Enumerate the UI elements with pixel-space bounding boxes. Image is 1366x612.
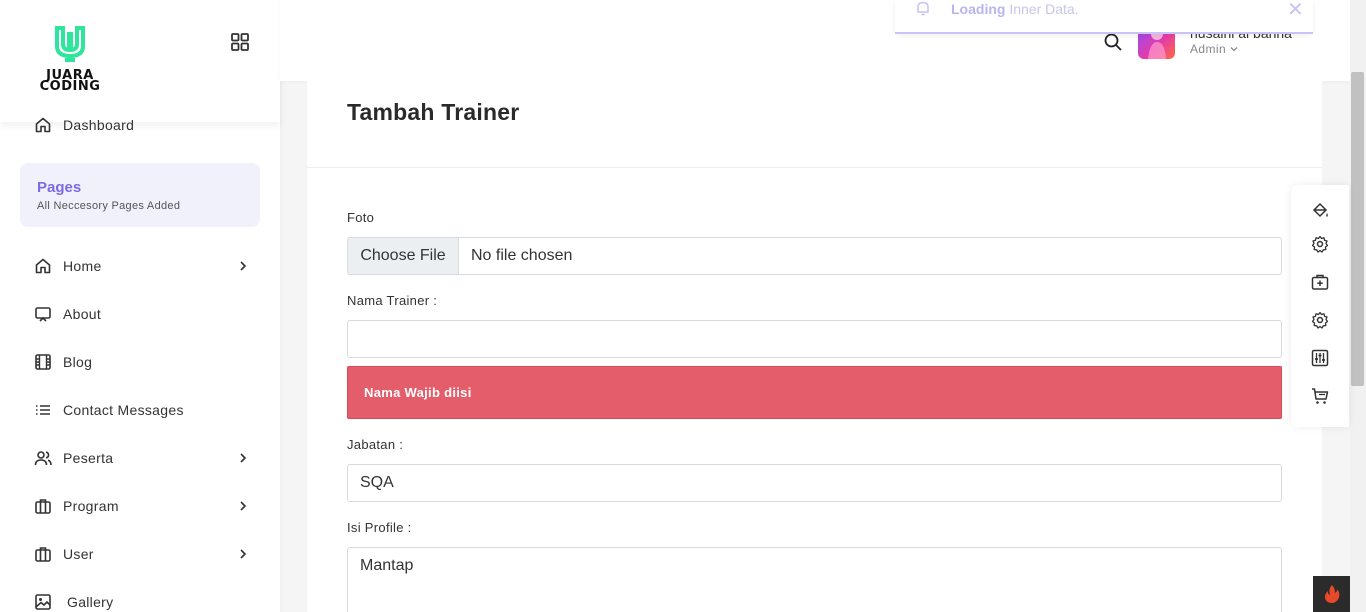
sidebar-item-label: Blog bbox=[63, 354, 93, 370]
chevron-down-icon bbox=[1230, 47, 1238, 52]
sidebar-item-label: About bbox=[63, 306, 102, 322]
toast-rest: Inner Data. bbox=[1005, 1, 1079, 17]
card-divider bbox=[307, 167, 1322, 168]
users-icon bbox=[34, 449, 52, 467]
foto-label: Foto bbox=[347, 210, 375, 225]
sidebar-item-dashboard[interactable]: Dashboard bbox=[34, 113, 250, 137]
loading-toast: Loading Inner Data. ✕ bbox=[895, 0, 1313, 34]
sidebar-item-label: Contact Messages bbox=[63, 402, 184, 418]
film-icon bbox=[34, 353, 52, 371]
sidebar-item-peserta[interactable]: Peserta bbox=[34, 446, 250, 470]
bell-icon bbox=[917, 1, 929, 16]
chevron-right-icon bbox=[240, 453, 247, 463]
image-icon bbox=[34, 593, 52, 611]
grid-icon bbox=[231, 33, 249, 51]
sidebar-item-user[interactable]: User bbox=[34, 542, 250, 566]
chevron-right-icon bbox=[240, 501, 247, 511]
chevron-right-icon bbox=[240, 261, 247, 271]
user-role-dropdown[interactable]: Admin bbox=[1190, 42, 1239, 56]
sidebar-item-label: Gallery bbox=[67, 594, 114, 610]
brand-logo[interactable]: JUARA CODING bbox=[32, 26, 108, 94]
grid-menu-button[interactable] bbox=[229, 31, 251, 53]
trophy-logo-icon bbox=[55, 26, 85, 62]
briefcase-icon bbox=[34, 497, 52, 515]
toast-strong: Loading bbox=[951, 1, 1006, 17]
chevron-right-icon bbox=[240, 549, 247, 559]
sidebar-item-label: Program bbox=[63, 498, 119, 514]
sidebar-item-blog[interactable]: Blog bbox=[34, 350, 250, 374]
search-button[interactable] bbox=[1103, 32, 1123, 52]
file-status: No file chosen bbox=[471, 247, 573, 264]
home-icon bbox=[34, 257, 52, 275]
sidebar-item-program[interactable]: Program bbox=[34, 494, 250, 518]
codeigniter-fab-button[interactable] bbox=[1313, 576, 1350, 612]
gear-icon[interactable] bbox=[1310, 310, 1330, 330]
monitor-icon bbox=[34, 305, 52, 323]
error-alert: Nama Wajib diisi bbox=[347, 366, 1282, 419]
paint-bucket-icon[interactable] bbox=[1310, 201, 1330, 221]
user-role-label: Admin bbox=[1190, 42, 1227, 56]
logo-area: JUARA CODING bbox=[0, 0, 280, 122]
pages-section: Pages All Neccesory Pages Added bbox=[20, 163, 260, 227]
pages-subtitle: All Neccesory Pages Added bbox=[37, 200, 181, 212]
isi-profile-label: Isi Profile : bbox=[347, 520, 412, 535]
equalizer-icon[interactable] bbox=[1310, 348, 1330, 368]
cart-icon[interactable] bbox=[1310, 386, 1330, 406]
page-title: Tambah Trainer bbox=[347, 99, 520, 125]
sidebar-item-label: User bbox=[63, 546, 94, 562]
nama-trainer-label: Nama Trainer : bbox=[347, 293, 438, 308]
brand-name: JUARA CODING bbox=[32, 69, 108, 94]
nama-trainer-input[interactable] bbox=[347, 320, 1282, 358]
sidebar-item-home[interactable]: Home bbox=[34, 254, 250, 278]
sidebar: JUARA CODING Dashboard Pages All Necceso… bbox=[0, 0, 280, 612]
sidebar-item-about[interactable]: About bbox=[34, 302, 250, 326]
form-card: Tambah Trainer Foto Choose File No file … bbox=[307, 81, 1322, 612]
pages-title: Pages bbox=[37, 179, 82, 196]
gear-icon[interactable] bbox=[1310, 234, 1330, 254]
choose-file-button[interactable]: Choose File bbox=[348, 238, 459, 274]
sidebar-item-gallery[interactable]: Gallery bbox=[34, 590, 250, 612]
isi-profile-textarea[interactable]: Mantap bbox=[347, 547, 1282, 612]
close-icon[interactable]: ✕ bbox=[1287, 0, 1304, 22]
home-icon bbox=[34, 116, 52, 134]
search-icon bbox=[1104, 33, 1122, 51]
right-toolbar bbox=[1291, 185, 1349, 427]
sidebar-item-contact-messages[interactable]: Contact Messages bbox=[34, 398, 250, 422]
scrollbar-thumb[interactable] bbox=[1351, 72, 1364, 386]
jabatan-input[interactable] bbox=[347, 464, 1282, 502]
briefcase-icon bbox=[34, 545, 52, 563]
jabatan-label: Jabatan : bbox=[347, 437, 404, 452]
flame-icon bbox=[1324, 585, 1339, 604]
toast-message: Loading Inner Data. bbox=[951, 1, 1079, 17]
brand-line-2: CODING bbox=[39, 79, 101, 94]
list-icon bbox=[34, 401, 52, 419]
medical-case-icon[interactable] bbox=[1310, 272, 1330, 292]
foto-file-input[interactable]: Choose File No file chosen bbox=[347, 237, 1282, 275]
sidebar-item-label: Dashboard bbox=[63, 117, 135, 133]
sidebar-item-label: Peserta bbox=[63, 450, 114, 466]
sidebar-item-label: Home bbox=[63, 258, 102, 274]
